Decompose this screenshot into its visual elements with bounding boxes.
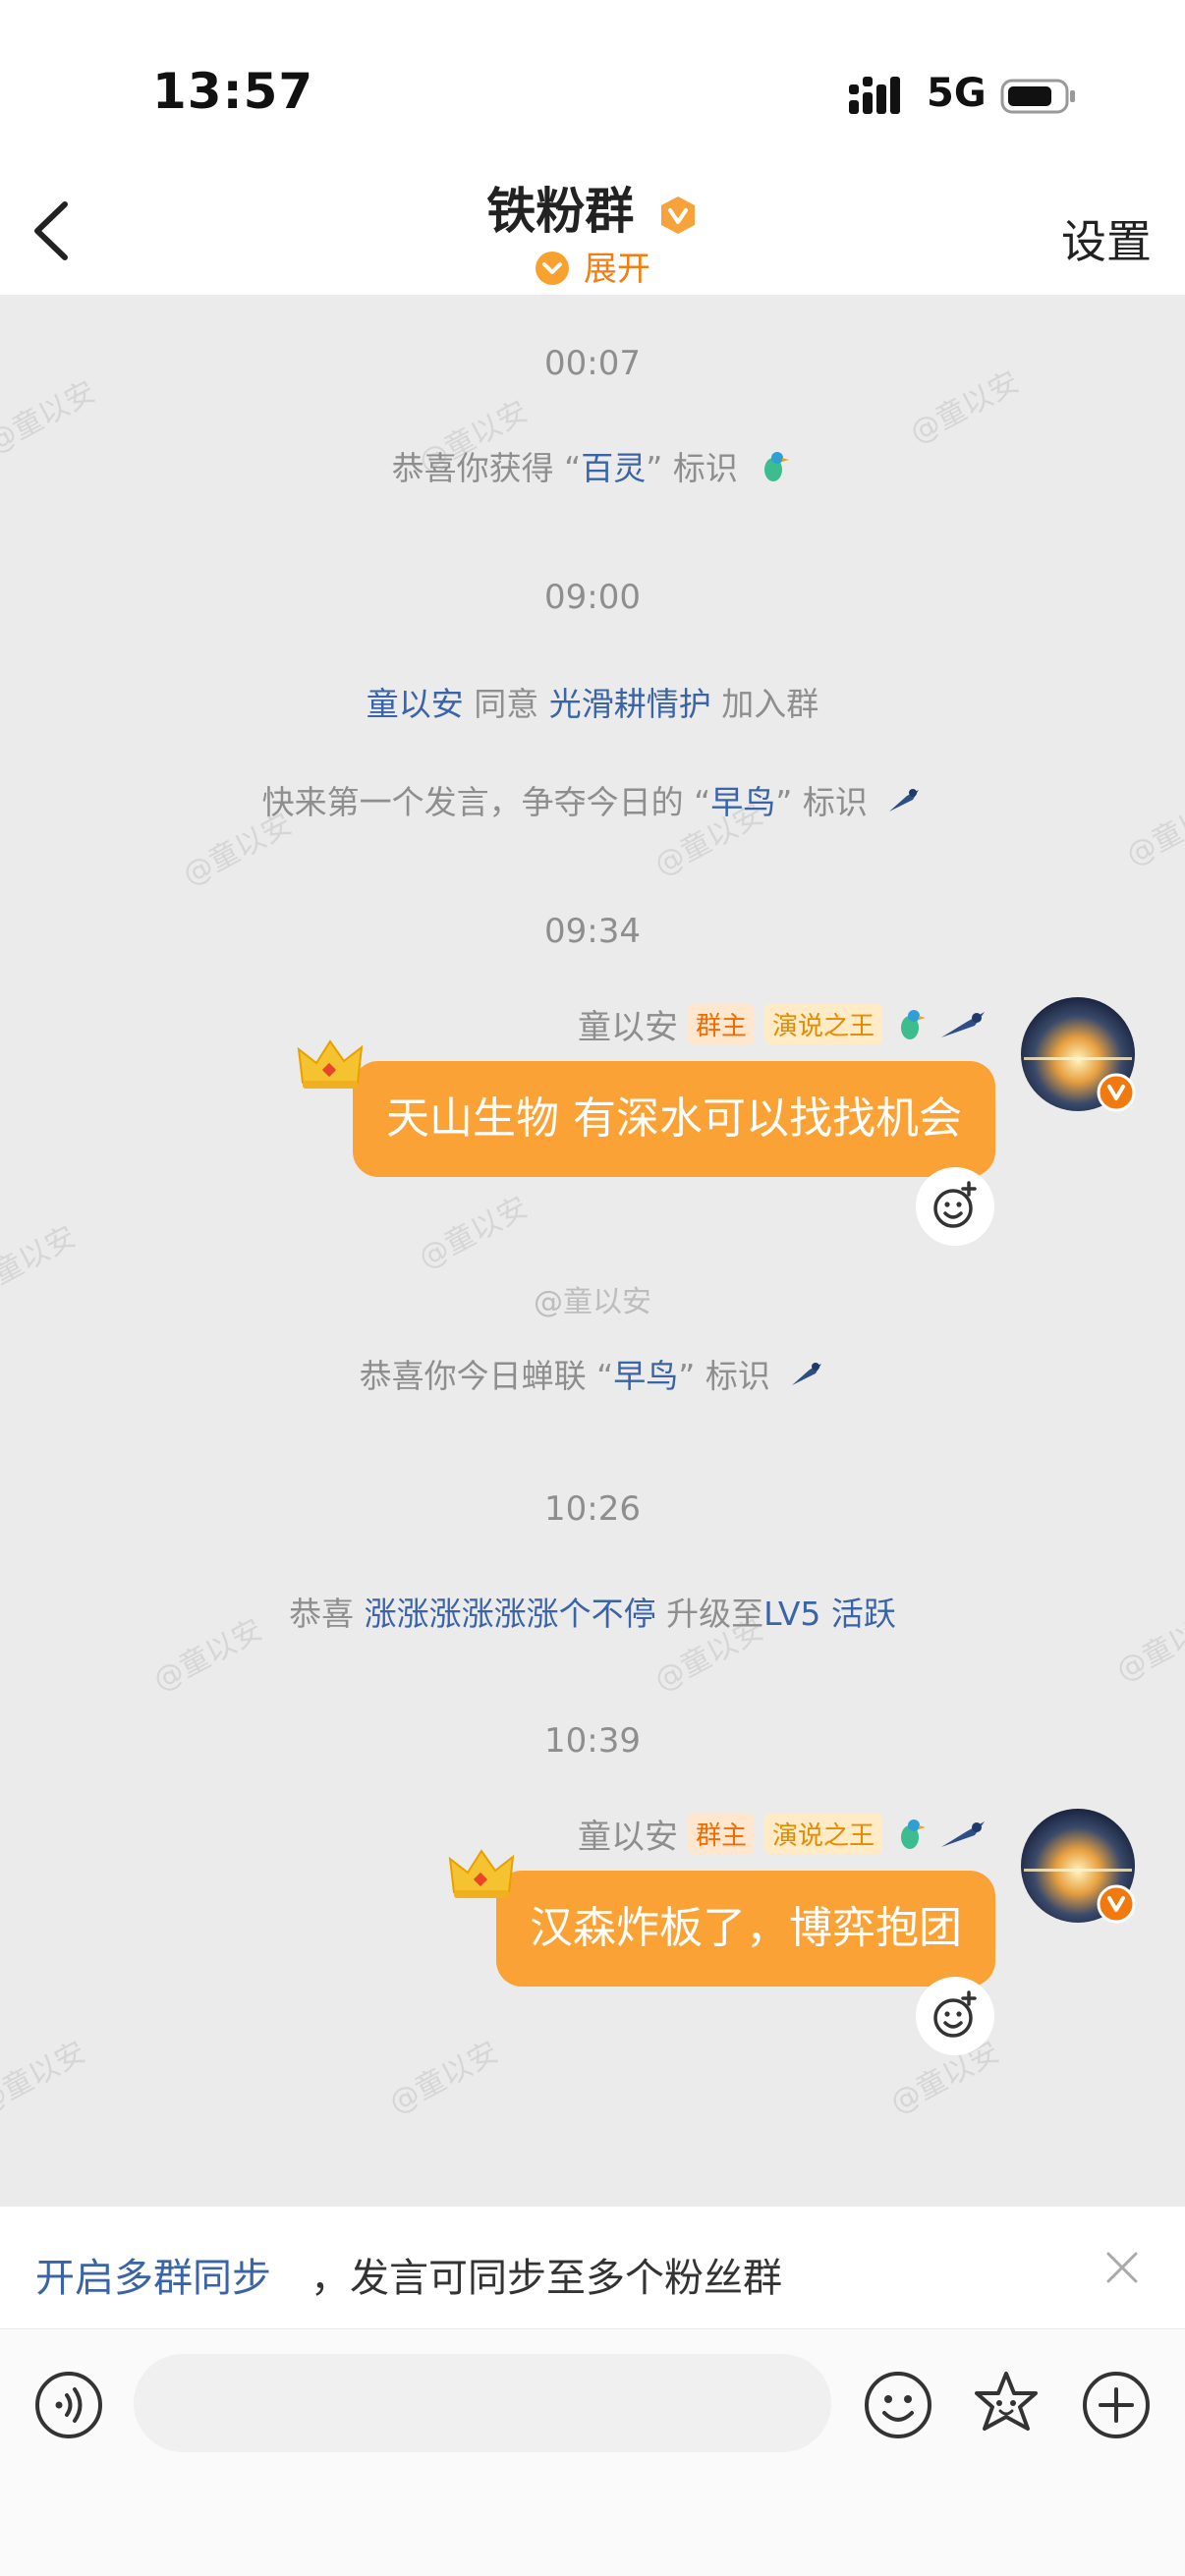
- system-text: ” 标识: [646, 449, 738, 487]
- system-text: ” 标识: [775, 783, 868, 821]
- crown-icon: [448, 1849, 515, 1898]
- emoji-icon[interactable]: [863, 2370, 933, 2440]
- voice-icon[interactable]: [33, 2370, 104, 2440]
- watermark-center: @童以安: [0, 1277, 1185, 1320]
- signal-icon: [849, 77, 900, 114]
- timestamp: 09:34: [544, 912, 641, 951]
- message-input[interactable]: [134, 2354, 831, 2452]
- page-title: 铁粉群: [0, 172, 1185, 243]
- host-badge: 群主: [687, 1004, 755, 1044]
- watermark: @童以安: [0, 2035, 91, 2121]
- verified-icon: [660, 196, 695, 234]
- avatar[interactable]: [1020, 1808, 1136, 1924]
- bird-icon: [901, 1009, 926, 1039]
- message-bubble[interactable]: 汉森炸板了，博弈抱团: [496, 1871, 995, 1987]
- chevron-down-icon: [536, 252, 569, 285]
- system-message: 童以安 同意 光滑耕情护 加入群: [0, 678, 1185, 725]
- watermark: @童以安: [413, 1190, 534, 1276]
- network-type: 5G: [927, 71, 987, 116]
- plus-icon[interactable]: [1081, 2370, 1152, 2440]
- system-message: 快来第一个发言，争夺今日的 “早鸟” 标识: [0, 776, 1185, 823]
- user-link[interactable]: 涨涨涨涨涨涨个不停: [365, 1595, 656, 1633]
- status-time: 13:57: [152, 63, 314, 120]
- badge-link[interactable]: 百灵: [581, 449, 646, 487]
- bird-icon: [792, 1363, 822, 1385]
- settings-button[interactable]: 设置: [1061, 206, 1152, 271]
- multi-group-sync-link[interactable]: 开启多群同步: [35, 2246, 271, 2303]
- verified-icon: [1097, 1073, 1136, 1112]
- system-text: ” 标识: [678, 1357, 770, 1395]
- title-badge: 演说之王: [763, 1004, 882, 1044]
- crown-icon: [297, 1039, 364, 1089]
- badge-link[interactable]: 早鸟: [613, 1357, 678, 1395]
- user-link[interactable]: 光滑耕情护: [549, 685, 711, 723]
- bird-icon: [941, 1820, 985, 1847]
- close-icon[interactable]: [1104, 2250, 1140, 2285]
- system-message: 恭喜你今日蝉联 “早鸟” 标识: [0, 1350, 1185, 1397]
- bird-icon: [764, 452, 790, 481]
- timestamp: 10:39: [544, 1721, 641, 1761]
- system-text: 恭喜你获得 “: [391, 449, 582, 487]
- timestamp: 10:26: [544, 1489, 641, 1529]
- watermark: @童以安: [534, 1285, 651, 1319]
- bird-icon: [901, 1819, 926, 1849]
- level-link[interactable]: LV5 活跃: [763, 1595, 896, 1633]
- user-link[interactable]: 童以安: [367, 685, 464, 723]
- sticker-icon[interactable]: [969, 2368, 1044, 2442]
- system-message: 恭喜你获得 “百灵” 标识: [0, 442, 1185, 489]
- bird-icon: [941, 1011, 985, 1037]
- message-bubble[interactable]: 天山生物 有深水可以找找机会: [353, 1061, 995, 1177]
- system-text: 快来第一个发言，争夺今日的 “: [261, 783, 711, 821]
- expand-button[interactable]: 展开: [0, 242, 1185, 290]
- page-title-text: 铁粉群: [486, 183, 635, 240]
- bird-icon: [889, 789, 920, 812]
- sync-description: ，发言可同步至多个粉丝群: [310, 2256, 782, 2301]
- add-reaction-icon[interactable]: [916, 1167, 994, 1246]
- verified-icon: [1097, 1884, 1136, 1924]
- timestamp: 09:00: [544, 578, 641, 617]
- sender-name[interactable]: 童以安: [578, 1810, 678, 1858]
- sender-name[interactable]: 童以安: [578, 1000, 678, 1048]
- title-badge: 演说之王: [763, 1814, 882, 1854]
- message-sender: 童以安 群主 演说之王: [578, 1810, 988, 1858]
- avatar[interactable]: [1020, 996, 1136, 1112]
- system-text: 同意: [474, 685, 539, 723]
- timestamp: 00:07: [544, 344, 641, 383]
- badge-link[interactable]: 早鸟: [710, 783, 775, 821]
- system-message: 恭喜 涨涨涨涨涨涨个不停 升级至LV5 活跃: [0, 1588, 1185, 1635]
- system-text: 加入群: [721, 685, 819, 723]
- host-badge: 群主: [687, 1814, 755, 1854]
- watermark: @童以安: [383, 2035, 504, 2121]
- system-text: 恭喜: [289, 1595, 355, 1633]
- expand-label: 展开: [584, 250, 650, 289]
- chat-area[interactable]: @童以安 @童以安 @童以安 @童以安 @童以安 @童以安 @童以安 @童以安 …: [0, 295, 1185, 2207]
- battery-icon: [1000, 79, 1075, 114]
- system-text: 恭喜你今日蝉联 “: [359, 1357, 614, 1395]
- system-text: 升级至: [666, 1595, 764, 1633]
- add-reaction-icon[interactable]: [916, 1977, 994, 2055]
- message-sender: 童以安 群主 演说之王: [578, 1000, 988, 1048]
